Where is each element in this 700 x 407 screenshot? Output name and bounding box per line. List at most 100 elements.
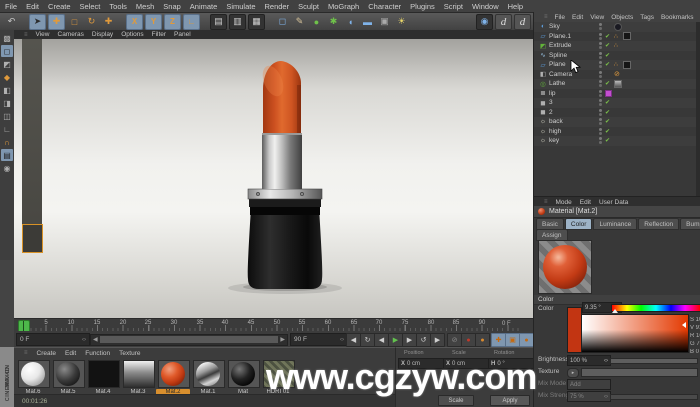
menu-render[interactable]: Render <box>265 2 290 11</box>
object-row-extrude[interactable]: ◩ Extrude ✔ ∴ <box>534 41 696 51</box>
visibility-dots-icon[interactable] <box>598 80 602 88</box>
texture-field[interactable] <box>581 368 698 377</box>
object-row-lathe[interactable]: ◎ Lathe ✔ <box>534 79 696 89</box>
menu-tools[interactable]: Tools <box>109 2 127 11</box>
om-scrollbar[interactable] <box>696 22 700 196</box>
visibility-dots-icon[interactable] <box>598 32 602 40</box>
menu-mesh[interactable]: Mesh <box>136 2 154 11</box>
phong-tag-icon[interactable]: ∴ <box>614 33 618 40</box>
stepper-icon[interactable]: ‹› <box>604 358 608 364</box>
menu-sculpt[interactable]: Sculpt <box>298 2 319 11</box>
texture-mode-icon[interactable]: ◩ <box>1 58 13 70</box>
snap-icon[interactable]: ∩ <box>1 136 13 148</box>
coordinate-system-icon[interactable]: ∟ <box>183 13 200 30</box>
camera-icon[interactable]: ▣ <box>377 15 392 29</box>
points-mode-icon[interactable]: ◧ <box>1 84 13 96</box>
visibility-dots-icon[interactable] <box>598 70 602 78</box>
object-row-key[interactable]: ☼ key ✔ <box>534 136 696 146</box>
menu-plugins[interactable]: Plugins <box>410 2 435 11</box>
object-row-3[interactable]: ◼ 3 ✔ <box>534 98 696 108</box>
vp-menu-panel[interactable]: Panel <box>174 31 191 38</box>
record-key-button[interactable]: ● <box>461 333 476 347</box>
frame-range-slider[interactable]: ◀ ▶ <box>90 334 288 346</box>
vp-menu-cameras[interactable]: Cameras <box>58 31 84 38</box>
om-menu-view[interactable]: View <box>590 14 604 21</box>
light-icon[interactable]: ☀ <box>394 15 409 29</box>
enabled-check-icon[interactable]: ✔ <box>605 52 610 59</box>
enabled-check-icon[interactable]: ✔ <box>605 42 610 49</box>
value-v[interactable]: V 91 <box>690 325 700 331</box>
value-s[interactable]: S 100 <box>690 317 700 323</box>
workplane-mode-icon[interactable]: ◆ <box>1 71 13 83</box>
object-row-spline[interactable]: ∿ Spline ✔ <box>534 51 696 61</box>
tool-d1-icon[interactable]: d <box>495 13 512 30</box>
live-selection-icon[interactable]: ➤ <box>29 13 46 30</box>
mix-strength-field[interactable]: 75 % ‹› <box>567 391 611 402</box>
enabled-check-icon[interactable]: ✔ <box>605 61 610 68</box>
menu-snap[interactable]: Snap <box>163 2 181 11</box>
visibility-dots-icon[interactable] <box>598 51 602 59</box>
workplane-icon[interactable]: ▤ <box>1 149 13 161</box>
loop-button[interactable]: ↻ <box>360 333 375 347</box>
menu-animate[interactable]: Animate <box>190 2 218 11</box>
mat-menu-create[interactable]: Create <box>37 350 57 357</box>
lock-y-axis-icon[interactable]: Y <box>145 13 162 30</box>
pen-spline-icon[interactable]: ✎ <box>292 15 307 29</box>
object-row-high[interactable]: ☼ high ✔ <box>534 127 696 137</box>
menu-edit[interactable]: Edit <box>26 2 39 11</box>
visibility-dots-icon[interactable] <box>598 23 602 31</box>
play-mode-button[interactable]: ↺ <box>416 333 431 347</box>
modeling-icon[interactable]: ◉ <box>476 13 493 30</box>
enabled-check-icon[interactable]: ✔ <box>605 128 610 135</box>
visibility-dots-icon[interactable] <box>598 108 602 116</box>
range-right-arrow-icon[interactable]: ▶ <box>280 336 285 343</box>
mat-menu-edit[interactable]: Edit <box>65 350 76 357</box>
undo-icon[interactable]: ↶ <box>4 15 19 29</box>
record-slash-button[interactable]: ⊘ <box>447 333 462 347</box>
end-frame-field[interactable]: 90 F ‹› <box>290 333 348 346</box>
menu-window[interactable]: Window <box>472 2 499 11</box>
tab-color[interactable]: Color <box>564 218 593 230</box>
phong-tag-icon[interactable]: ∴ <box>614 42 618 49</box>
goto-end-button[interactable]: ▶ <box>430 333 445 347</box>
object-row-camera[interactable]: ◧ Camera ⊘ <box>534 70 696 80</box>
lipstick-model[interactable] <box>225 49 345 295</box>
om-menu-file[interactable]: File <box>555 14 565 21</box>
stepper-icon[interactable]: ‹› <box>82 337 86 343</box>
mograph-icon[interactable]: ✱ <box>326 15 341 29</box>
vp-menu-display[interactable]: Display <box>92 31 113 38</box>
menu-character[interactable]: Character <box>368 2 401 11</box>
tab-luminance[interactable]: Luminance <box>593 218 638 230</box>
render-settings-icon[interactable]: ▦ <box>248 13 265 30</box>
enabled-check-icon[interactable]: ✔ <box>605 99 610 106</box>
visibility-dots-icon[interactable] <box>598 137 602 145</box>
menu-script[interactable]: Script <box>444 2 463 11</box>
material-preview[interactable] <box>538 240 592 294</box>
key-rotation-button[interactable]: ● <box>519 333 534 347</box>
tool-d2-icon[interactable]: d <box>514 13 531 30</box>
object-row-2[interactable]: ◼ 2 ✔ <box>534 108 696 118</box>
render-view-icon[interactable]: ▤ <box>210 13 227 30</box>
am-menu-mode[interactable]: Mode <box>556 199 572 206</box>
visibility-dots-icon[interactable] <box>598 127 602 135</box>
om-menu-edit[interactable]: Edit <box>572 14 583 21</box>
brightness-slider[interactable] <box>610 358 698 364</box>
enabled-check-icon[interactable]: ✔ <box>605 80 610 87</box>
object-row-plane[interactable]: ▱ Plane ✔ ∴ <box>534 60 696 70</box>
move-tool-icon[interactable]: ✚ <box>48 13 65 30</box>
enabled-check-icon[interactable]: ✔ <box>605 118 610 125</box>
material-item[interactable]: Mat.6 <box>16 360 50 395</box>
color-swatch[interactable] <box>567 307 582 353</box>
object-row-lip[interactable]: ≣ lip <box>534 89 696 99</box>
om-menu-objects[interactable]: Objects <box>611 14 633 21</box>
range-bar[interactable] <box>100 336 278 343</box>
axis-mode-icon[interactable]: ∟ <box>1 123 13 135</box>
last-tool-icon[interactable]: ✚ <box>101 15 116 29</box>
value-g[interactable]: G 76 <box>690 341 700 347</box>
enabled-check-icon[interactable]: ✔ <box>605 109 610 116</box>
object-row-back[interactable]: ☼ back ✔ <box>534 117 696 127</box>
layer-color-tag[interactable] <box>605 89 612 97</box>
edges-mode-icon[interactable]: ◨ <box>1 97 13 109</box>
enabled-check-icon[interactable]: ✔ <box>605 33 610 40</box>
tab-bump[interactable]: Bump <box>680 218 700 230</box>
